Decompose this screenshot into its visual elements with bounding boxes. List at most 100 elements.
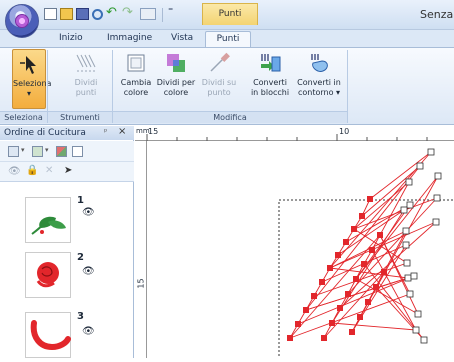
eye-icon[interactable]: 👁 [82,266,95,277]
leaf-thumbnail [31,216,66,235]
split-by-color-icon [167,54,185,72]
tab-vista[interactable]: Vista [171,33,193,43]
stitch-point [345,291,351,297]
chevron-down-icon[interactable]: ▾ [45,146,49,154]
stitch-point [343,239,349,245]
close-icon[interactable]: × [118,126,126,137]
stitch-point-unselected [405,178,413,186]
new-icon[interactable] [44,8,57,20]
stitch-point-unselected [400,206,408,214]
converti-blocchi-label1: Converti [253,78,287,87]
stitch-point [367,196,373,202]
stitch-point [303,307,309,313]
stitch-point [365,299,371,305]
cambia-colore-label2: colore [123,88,149,97]
converti-in-contorno-button[interactable]: Converti in contorno ▾ [294,51,344,98]
stitch-point [381,269,387,275]
redo-icon[interactable]: ↷ [122,5,136,20]
converti-contorno-label2[interactable]: contorno ▾ [294,88,344,98]
stitch-line [331,322,417,331]
stitch-point-unselected [433,194,441,202]
group-separator [347,50,348,123]
application-menu-button[interactable] [5,4,39,38]
stitch-line [361,165,421,217]
convert-to-outline-icon [311,54,328,72]
stitch-point [311,293,317,299]
design-canvas[interactable] [148,142,454,362]
eye-icon[interactable]: 👁 [8,166,21,177]
select-cursor-icon [20,56,36,74]
selection-box [278,199,454,362]
vertical-ruler: 15 [135,141,147,358]
list-item[interactable] [25,197,71,243]
stitch-point [359,213,365,219]
converti-blocchi-label2: in blocchi [250,88,290,97]
dividi-colore-label1: Dividi per [156,78,196,87]
stitch-point [327,265,333,271]
tab-immagine[interactable]: Immagine [107,33,152,43]
save-icon[interactable] [76,8,89,20]
item-number: 3 [77,311,84,322]
stitch-point-unselected [414,310,422,318]
stitch-point [337,305,343,311]
dividi-per-colore-button[interactable]: Dividi per colore [155,51,197,98]
open-icon[interactable] [60,8,73,20]
qat-dropdown-icon[interactable]: ⁼ [168,6,173,17]
seleziona-button[interactable]: Seleziona ▾ [12,49,51,109]
delete-icon[interactable]: ✕ [45,165,53,176]
eye-icon[interactable]: 👁 [82,326,95,337]
tab-inizio[interactable]: Inizio [59,33,83,43]
qat-separator [162,8,163,22]
converti-contorno-label1: Converti in [297,78,341,87]
dividi-punti-button[interactable]: Dividi punti [67,51,105,98]
undo-icon[interactable]: ↶ [106,5,120,20]
stitch-point [373,284,379,290]
list-item[interactable] [25,312,71,358]
stitch-point-unselected [432,218,440,226]
cambia-colore-label1: Cambia [120,78,152,87]
split-stitches-icon [76,54,96,72]
frame-icon[interactable] [72,146,83,157]
cambia-colore-button[interactable]: Cambia colore [118,51,154,98]
converti-in-blocchi-button[interactable]: Converti in blocchi [248,51,292,98]
stitch-design [278,148,454,362]
cursor-icon[interactable]: ➤ [64,165,72,176]
ruler-label: 15 [136,278,146,289]
stitch-point [321,335,327,341]
panel-toolbar-secondary: 👁 🔒 ✕ ➤ [0,162,134,182]
move-icon[interactable] [32,146,43,157]
group-label-strumenti: Strumenti [48,111,112,123]
stitch-point [319,279,325,285]
color-sort-icon[interactable] [56,146,67,157]
lock-icon[interactable]: 🔒 [26,165,38,176]
dividi-su-punto-button[interactable]: Dividi su punto [199,51,239,98]
chevron-down-icon[interactable]: ▾ [21,146,25,154]
list-item[interactable] [25,252,71,298]
stitch-point [295,321,301,327]
panel-title: Ordine di Cucitura [0,126,134,140]
stitch-point [357,314,363,320]
stitch-point-unselected [410,272,418,280]
group-label-modifica: Modifica [113,111,347,123]
tab-punti[interactable]: Punti [205,31,251,48]
stitch-point-unselected [403,259,411,267]
item-number: 2 [77,252,84,263]
stitch-point-unselected [404,274,412,282]
eye-icon[interactable]: 👁 [82,207,95,218]
view-icon[interactable] [8,146,19,157]
pin-icon[interactable]: ᵖ [104,127,107,136]
stitch-point-unselected [427,148,435,156]
stitch-point-unselected [402,227,410,235]
context-tab-header: Punti [202,3,258,25]
horizontal-ruler: mm 15 10 [135,126,454,141]
convert-to-blocks-icon [261,54,281,72]
stitch-point [353,276,359,282]
app-logo-icon [15,14,29,28]
group-label-seleziona: Seleziona [0,111,47,123]
preview-icon[interactable] [92,9,103,20]
paste-icon[interactable] [140,8,156,20]
stitch-point-unselected [412,326,420,334]
stitch-point-unselected [434,172,442,180]
stitch-point-unselected [406,201,414,209]
stitch-point [351,226,357,232]
